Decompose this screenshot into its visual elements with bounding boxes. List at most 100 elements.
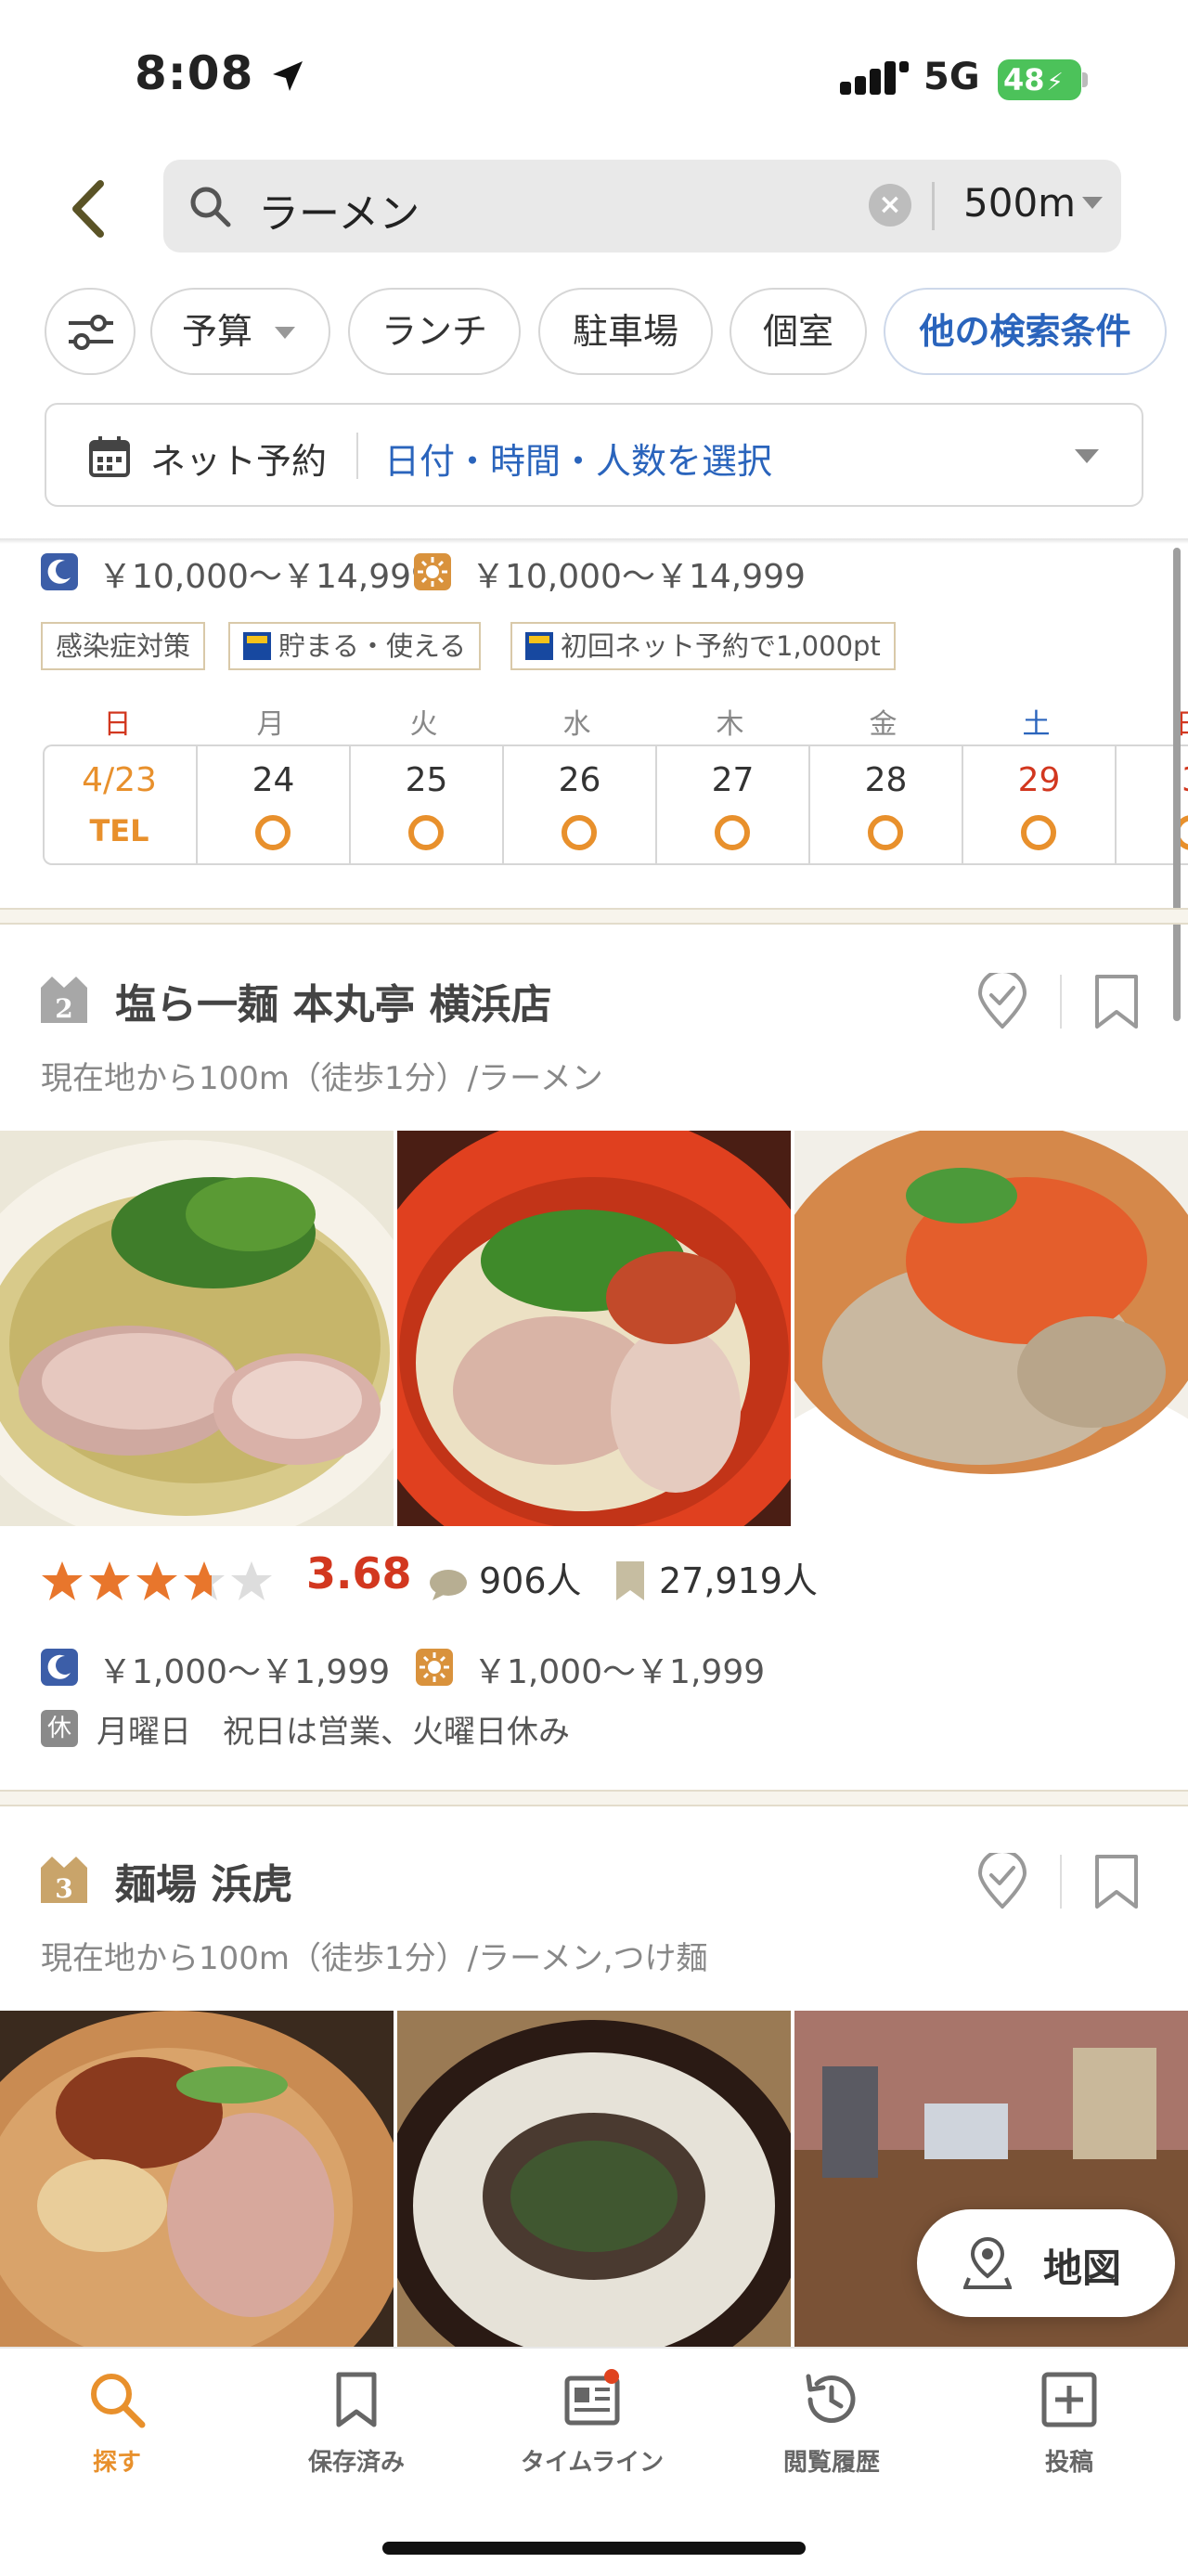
infection-control-tag: 感染症対策 — [41, 622, 206, 670]
calendar-day-cell[interactable]: 26 — [502, 746, 655, 863]
tab-label: 投稿 — [1044, 2449, 1093, 2477]
availability-calendar: 4/23TEL 24 25 26 27 28 29 3 — [43, 744, 1188, 865]
reservation-divider — [356, 433, 358, 479]
search-icon — [91, 2374, 146, 2428]
restaurant-photo[interactable] — [397, 2011, 791, 2347]
available-circle-icon — [1021, 815, 1056, 850]
caret-down-icon — [275, 327, 295, 339]
tab-label: 閲覧履歴 — [782, 2449, 880, 2477]
tab-search[interactable]: 探す — [33, 2369, 200, 2478]
header-shadow — [0, 538, 1188, 544]
first-reservation-tag-label: 初回ネット予約で1,000pt — [561, 630, 881, 662]
private-room-filter-chip[interactable]: 個室 — [730, 288, 867, 375]
calendar-dow: 金 — [869, 708, 897, 741]
map-pin-icon — [963, 2236, 1012, 2289]
calendar-day-cell[interactable]: 29 — [962, 746, 1115, 863]
ramen-photo-image — [0, 1131, 394, 1526]
star-empty-icon — [231, 1561, 272, 1600]
calendar-date: 25 — [405, 761, 448, 799]
back-chevron-icon[interactable] — [65, 176, 111, 241]
calendar-day-cell[interactable]: 24 — [196, 746, 349, 863]
dinner-price-text: ￥1,000～￥1,999 — [98, 1653, 391, 1691]
search-box[interactable]: ラーメン × 500m — [163, 160, 1121, 252]
calendar-day-cell[interactable]: 4/23 TEL — [45, 746, 196, 863]
clear-icon[interactable]: × — [869, 184, 911, 227]
budget-chip-label: 予算 — [182, 311, 253, 352]
comment-icon — [430, 1570, 467, 1600]
star-full-icon — [42, 1561, 83, 1600]
tel-status: TEL — [89, 813, 149, 848]
search-icon — [190, 187, 231, 227]
scrollbar[interactable] — [1173, 548, 1181, 1021]
rank-number: 2 — [55, 993, 72, 1023]
tpoint-tag-label: 貯まる・使える — [278, 630, 467, 662]
bookmark-icon[interactable] — [1093, 1853, 1140, 1910]
caret-down-icon — [1082, 197, 1103, 209]
distance-dropdown[interactable]: 500m — [963, 180, 1076, 226]
budget-filter-chip[interactable]: 予算 — [150, 288, 330, 375]
restaurant-photo[interactable] — [794, 1131, 1188, 1526]
moon-icon — [41, 1649, 78, 1686]
calendar-icon — [89, 436, 130, 477]
visited-check-icon[interactable] — [976, 1853, 1028, 1909]
dinner-price-text: ￥10,000～￥14,999 — [98, 558, 433, 596]
section-separator — [0, 908, 1188, 925]
calendar-day-cell[interactable]: 28 — [808, 746, 962, 863]
restaurant-photo[interactable] — [0, 2011, 394, 2347]
sun-icon — [414, 553, 451, 590]
calendar-day-cell[interactable]: 27 — [655, 746, 808, 863]
section-separator — [0, 1790, 1188, 1806]
calendar-date: 27 — [711, 761, 755, 799]
tab-timeline[interactable]: タイムライン — [509, 2369, 676, 2478]
restaurant-photo[interactable] — [0, 1131, 394, 1526]
rank-number: 3 — [55, 1873, 72, 1903]
map-button-label: 地図 — [1043, 2246, 1122, 2291]
filter-settings-button[interactable] — [45, 288, 136, 375]
tpoint-tag: 貯まる・使える — [228, 622, 482, 670]
calendar-dow: 火 — [409, 708, 438, 741]
calendar-date: 26 — [558, 761, 601, 799]
calendar-day-cell[interactable]: 25 — [349, 746, 502, 863]
battery-nub — [1082, 72, 1088, 87]
sun-icon — [416, 1649, 453, 1686]
signal-icon — [840, 61, 909, 95]
bookmark-icon[interactable] — [1093, 973, 1140, 1030]
tsukemen-photo-image — [397, 2011, 791, 2347]
tab-history[interactable]: 閲覧履歴 — [748, 2369, 915, 2478]
calendar-date: 29 — [1017, 761, 1061, 799]
tpoint-icon — [525, 632, 553, 660]
visited-check-icon[interactable] — [976, 973, 1028, 1029]
map-button[interactable]: 地図 — [917, 2209, 1175, 2317]
more-conditions-chip[interactable]: 他の検索条件 — [884, 288, 1167, 375]
search-input[interactable]: ラーメン — [258, 180, 420, 239]
first-reservation-tag: 初回ネット予約で1,000pt — [510, 622, 896, 670]
charging-bolt-icon: ⚡ — [1046, 69, 1064, 97]
restaurant-meta: 現在地から100m（徒歩1分）/ラーメン — [41, 1060, 603, 1097]
bookmark-count: 27,919人 — [659, 1560, 818, 1601]
calendar-date: 28 — [864, 761, 908, 799]
restaurant-photo[interactable] — [397, 1131, 791, 1526]
status-time: 8:08 — [135, 46, 254, 100]
tab-post[interactable]: 投稿 — [986, 2369, 1153, 2478]
restaurant-meta: 現在地から100m（徒歩1分）/ラーメン,つけ麺 — [41, 1940, 708, 1977]
tab-saved[interactable]: 保存済み — [273, 2369, 440, 2478]
reservation-label: ネット予約 — [150, 441, 328, 482]
available-circle-icon — [255, 815, 291, 850]
reservation-bar[interactable]: ネット予約 日付・時間・人数を選択 — [45, 403, 1143, 507]
lunch-filter-chip[interactable]: ランチ — [348, 288, 521, 375]
calendar-dow: 土 — [1022, 708, 1051, 741]
don-photo-image — [794, 1131, 1188, 1526]
lunch-price-text: ￥1,000～￥1,999 — [473, 1653, 766, 1691]
parking-filter-chip[interactable]: 駐車場 — [538, 288, 713, 375]
saved-count-icon — [616, 1561, 644, 1600]
restaurant-name[interactable]: 麺場 浜虎 — [115, 1851, 292, 1910]
battery-level: 48 — [1003, 62, 1045, 97]
restaurant-name[interactable]: 塩ら一麺 本丸亭 横浜店 — [115, 971, 552, 1030]
tab-label: タイムライン — [520, 2449, 665, 2477]
battery-indicator: 48⚡ — [998, 59, 1081, 100]
reservation-select[interactable]: 日付・時間・人数を選択 — [384, 433, 772, 484]
location-arrow-icon — [273, 61, 303, 91]
available-circle-icon — [715, 815, 750, 850]
available-circle-icon — [562, 815, 597, 850]
calendar-dow: 日 — [103, 708, 132, 741]
